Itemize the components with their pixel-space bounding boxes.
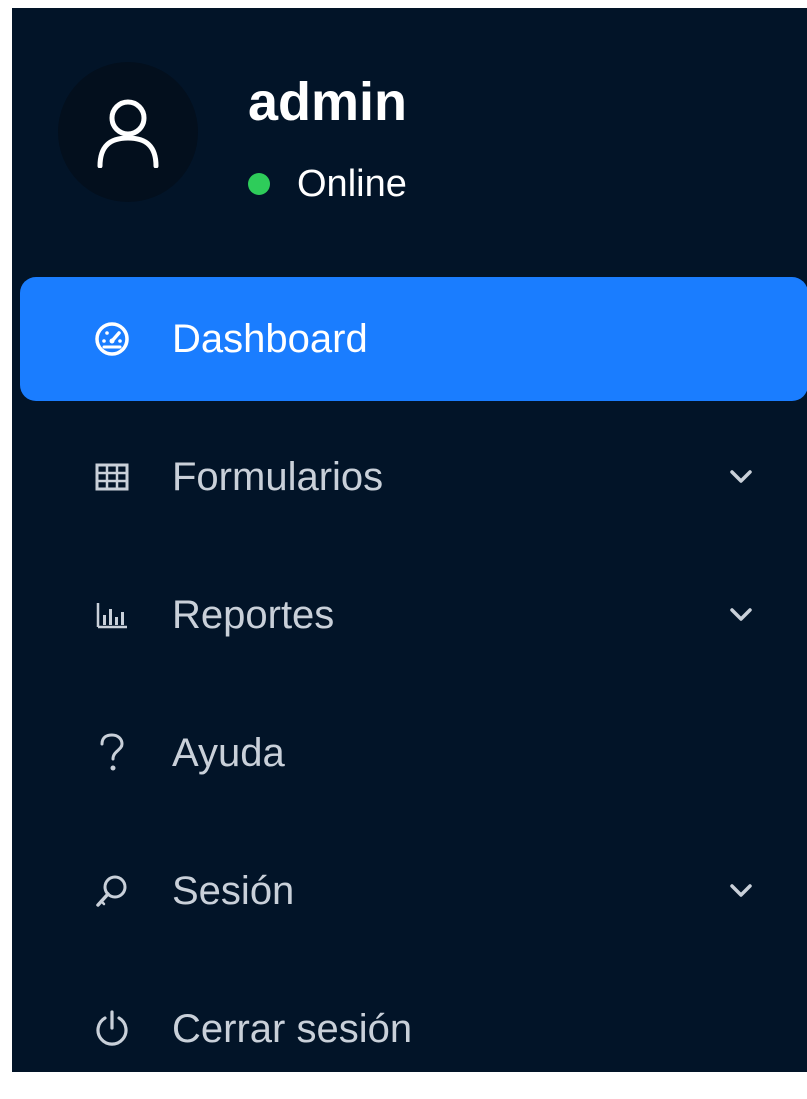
sidebar-item-formularios[interactable]: Formularios <box>20 415 807 539</box>
chevron-down-icon[interactable] <box>726 877 756 905</box>
chevron-down-icon[interactable] <box>726 463 756 491</box>
sidebar-item-label: Ayuda <box>172 731 285 775</box>
sidebar-item-label: Dashboard <box>172 317 368 361</box>
sidebar-item-reportes[interactable]: Reportes <box>20 553 807 677</box>
chevron-down-icon[interactable] <box>726 601 756 629</box>
sidebar-item-label: Formularios <box>172 455 384 499</box>
sidebar-item-label: Cerrar sesión <box>172 1007 413 1051</box>
bar-chart-icon <box>92 595 132 635</box>
sidebar-item-label: Reportes <box>172 593 335 637</box>
user-icon <box>96 96 160 168</box>
sidebar-item-ayuda[interactable]: Ayuda <box>20 691 807 815</box>
dashboard-gauge-icon <box>92 319 132 359</box>
power-icon <box>92 1009 132 1049</box>
avatar <box>58 62 198 202</box>
sidebar-item-sesion[interactable]: Sesión <box>20 829 807 953</box>
question-mark-icon <box>92 733 132 773</box>
status-indicator-dot <box>248 173 270 195</box>
sidebar-item-label: Sesión <box>172 869 295 913</box>
user-status: Online <box>248 160 407 208</box>
sidebar-item-dashboard[interactable]: Dashboard <box>20 277 807 401</box>
status-label: Online <box>297 162 407 205</box>
username: admin <box>248 72 408 132</box>
table-grid-icon <box>92 457 132 497</box>
sidebar-item-cerrar-sesion[interactable]: Cerrar sesión <box>20 967 807 1072</box>
sidebar: admin Online Dashboard Formularios Repor… <box>12 8 807 1072</box>
key-search-icon <box>92 871 132 911</box>
